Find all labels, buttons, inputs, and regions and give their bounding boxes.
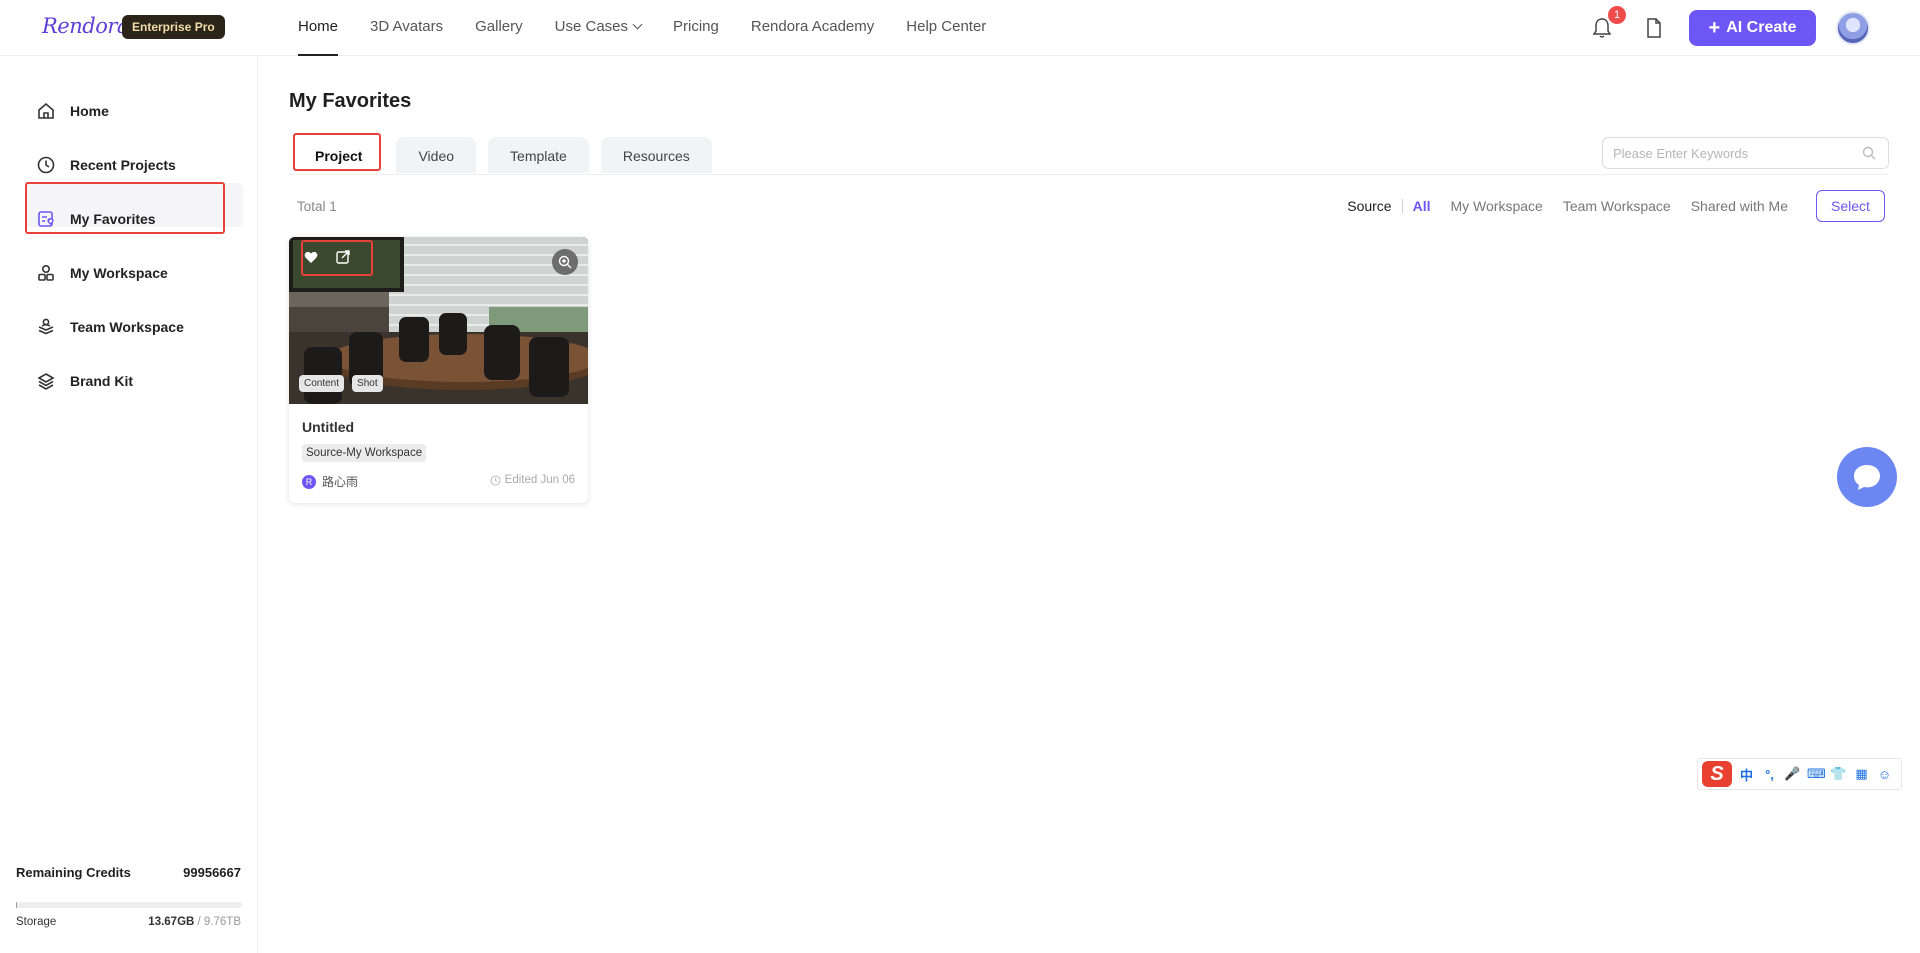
storage-value: 13.67GB / 9.76TB [148,916,241,928]
ai-create-label: AI Create [1726,19,1797,36]
favorites-tabs: Project Video Template Resources [293,137,712,173]
tab-template[interactable]: Template [488,137,589,173]
chat-icon [1854,465,1880,490]
card-tags: Content Shot [299,375,383,392]
card-owner: R 路心雨 [302,473,358,490]
sidebar-item-brand-kit[interactable]: Brand Kit [36,367,133,395]
sidebar-item-home[interactable]: Home [36,97,109,125]
search-input[interactable] [1603,138,1843,168]
zoom-preview-icon[interactable] [552,249,578,275]
ime-skin-icon[interactable]: 👕 [1830,766,1847,782]
storage-separator: / [194,916,204,928]
ime-emoji-icon[interactable]: ☺ [1876,767,1893,782]
project-card[interactable]: Content Shot Untitled Source-My Workspac… [289,237,588,503]
tag-content: Content [299,375,345,392]
ime-toolbar: S 中 °, 🎤 ⌨ 👕 ▦ ☺ [1697,758,1902,790]
favorite-heart-icon[interactable] [301,247,321,267]
chevron-down-icon [632,19,643,30]
ime-logo-icon[interactable]: S [1702,761,1732,787]
tab-resources[interactable]: Resources [600,137,712,173]
search-icon[interactable] [1862,146,1876,160]
main-nav: Home 3D Avatars Gallery Use Cases Pricin… [298,0,1018,56]
team-icon [38,318,54,335]
sidebar-item-label: Team Workspace [70,319,184,335]
magnifier-plus-icon [558,255,572,269]
sidebar-item-my-favorites[interactable]: My Favorites [36,205,156,233]
card-source-chip: Source-My Workspace [302,444,427,462]
tag-shot: Shot [352,375,383,392]
select-button[interactable]: Select [1816,190,1885,222]
ime-chinese-mode-icon[interactable]: 中 [1738,765,1755,784]
clock-icon [490,475,501,485]
storage-used: 13.67GB [148,916,195,928]
page-title: My Favorites [289,90,412,112]
document-icon[interactable] [1645,17,1663,39]
remaining-credits-label: Remaining Credits [16,865,131,880]
source-option-team-workspace[interactable]: Team Workspace [1563,198,1671,214]
card-quick-actions [301,247,353,267]
search-box [1602,137,1889,169]
sidebar-item-label: My Favorites [70,211,156,227]
tab-project[interactable]: Project [293,137,385,173]
user-avatar[interactable] [1836,11,1870,45]
home-icon [38,102,54,119]
ime-punctuation-icon[interactable]: °, [1761,767,1778,782]
ai-create-button[interactable]: + AI Create [1689,10,1816,46]
support-chat-button[interactable] [1837,447,1897,507]
ime-keyboard-icon[interactable]: ⌨ [1807,766,1826,782]
external-link-icon [336,250,350,264]
layers-icon [37,373,55,390]
sidebar-item-my-workspace[interactable]: My Workspace [36,259,168,287]
plus-icon: + [1708,17,1721,39]
storage-progress-fill [16,902,17,908]
tabs-divider [289,174,1889,175]
edited-text: Edited Jun 06 [504,474,575,486]
nav-help-center[interactable]: Help Center [906,0,986,56]
source-filter-label: Source [1347,198,1392,214]
tab-video[interactable]: Video [396,137,477,173]
workspace-icon [38,264,54,281]
sidebar-item-label: Home [70,103,109,119]
project-thumbnail[interactable]: Content Shot [289,237,588,404]
card-edited-time: Edited Jun 06 [490,474,575,486]
notification-count-badge: 1 [1608,6,1626,24]
source-option-my-workspace[interactable]: My Workspace [1450,198,1542,214]
rendora-logo[interactable]: Rendora [42,14,129,38]
nav-home[interactable]: Home [298,0,339,56]
owner-avatar: R [302,474,316,489]
sidebar-item-label: Brand Kit [70,373,133,389]
favorites-icon [38,211,54,227]
clock-icon [37,156,55,174]
total-count: Total 1 [297,199,337,214]
storage-progress-bar [16,902,242,908]
open-external-icon[interactable] [333,247,353,267]
nav-use-cases[interactable]: Use Cases [554,0,643,56]
sidebar-item-recent-projects[interactable]: Recent Projects [36,151,176,179]
nav-3d-avatars[interactable]: 3D Avatars [370,0,443,56]
nav-pricing[interactable]: Pricing [673,0,719,56]
sidebar-item-label: Recent Projects [70,157,176,173]
heart-icon [304,251,318,263]
nav-use-cases-label: Use Cases [554,18,628,35]
top-navigation-bar: Rendora Enterprise Pro Home 3D Avatars G… [0,0,1920,56]
owner-name: 路心雨 [322,475,359,489]
remaining-credits-value: 99956667 [183,865,241,880]
source-option-shared-with-me[interactable]: Shared with Me [1691,198,1788,214]
nav-gallery[interactable]: Gallery [475,0,523,56]
card-title[interactable]: Untitled [302,419,354,435]
storage-label: Storage [16,916,57,928]
nav-rendora-academy[interactable]: Rendora Academy [751,0,874,56]
sidebar: Home Recent Projects My Favorites My Wor… [0,57,258,953]
sidebar-item-label: My Workspace [70,265,168,281]
storage-total: 9.76TB [203,916,241,928]
ime-toolbox-icon[interactable]: ▦ [1853,766,1870,782]
ime-microphone-icon[interactable]: 🎤 [1784,766,1801,782]
source-filter-divider [1401,199,1403,213]
plan-badge: Enterprise Pro [122,15,225,39]
source-option-all[interactable]: All [1413,198,1431,214]
source-filter: Source All My Workspace Team Workspace S… [1347,190,1885,222]
sidebar-item-team-workspace[interactable]: Team Workspace [36,313,184,341]
